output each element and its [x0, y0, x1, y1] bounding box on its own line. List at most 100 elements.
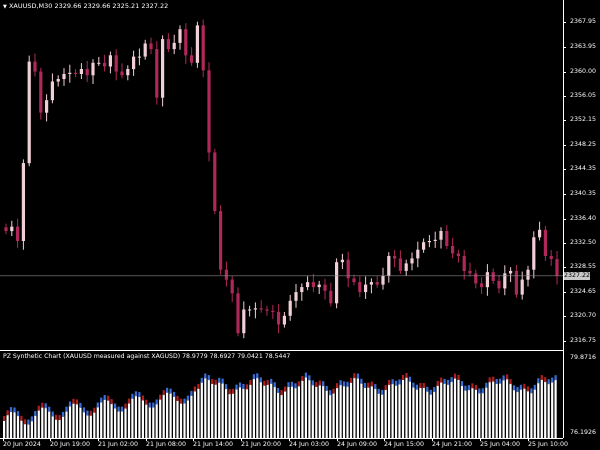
indicator-bar-tip — [207, 375, 210, 381]
indicator-bar-tip — [370, 381, 373, 387]
indicator-bar — [460, 385, 464, 438]
bear-candle — [265, 309, 269, 311]
indicator-bar-tip — [443, 378, 446, 384]
indicator-bar-tip — [526, 386, 529, 392]
time-axis-label: 24 Jun 09:00 — [337, 441, 378, 448]
bear-candle — [277, 312, 281, 325]
time-axis-tick — [432, 438, 433, 441]
indicator-bar-tip — [471, 383, 474, 389]
bull-candle — [422, 242, 426, 250]
time-axis-tick — [337, 438, 338, 441]
bull-candle — [317, 284, 321, 288]
indicator-bar-tip — [318, 380, 321, 386]
indicator-bar — [367, 386, 370, 438]
indicator-bar — [506, 378, 509, 438]
candlestick-plot — [0, 19, 563, 339]
indicator-bar-tip — [509, 379, 512, 385]
indicator-bar-tip — [186, 395, 189, 401]
indicator-bar-tip — [103, 395, 106, 400]
indicator-bar — [30, 420, 33, 438]
indicator-bar — [301, 379, 304, 438]
indicator-bar-tip — [290, 381, 294, 387]
indicator-bar — [297, 385, 300, 438]
indicator-bar — [290, 385, 294, 438]
indicator-bar — [308, 379, 311, 438]
price-chart-pane[interactable]: ▼ XAUUSD,M30 2329.66 2329.66 2325.21 232… — [0, 0, 600, 350]
indicator-bar-tip — [356, 373, 359, 379]
time-axis-label: 25 Jun 04:00 — [480, 441, 521, 448]
indicator-bar-tip — [339, 380, 342, 386]
indicator-bar — [401, 379, 405, 438]
indicator-bar-tip — [27, 419, 30, 425]
indicator-bar-tip — [464, 385, 467, 391]
bear-candle — [184, 29, 188, 56]
indicator-bar-tip — [512, 385, 516, 391]
bear-candle — [201, 25, 205, 71]
indicator-bar-tip — [523, 383, 526, 389]
bear-candle — [85, 69, 89, 76]
indicator-bar-tip — [294, 383, 297, 389]
indicator-bar-tip — [138, 392, 141, 398]
indicator-bar — [533, 388, 536, 438]
indicator-bar — [280, 394, 283, 438]
indicator-bar — [502, 379, 505, 438]
indicator-bar-tip — [200, 377, 203, 383]
bear-candle — [103, 62, 107, 67]
bear-candle — [120, 71, 124, 76]
indicator-bar — [141, 399, 144, 438]
indicator-bar — [242, 388, 245, 438]
bull-candle — [340, 259, 344, 263]
indicator-bar — [488, 381, 491, 438]
indicator-bar-tip — [6, 410, 9, 416]
indicator-title: PZ Synthetic Chart (XAUUSD measured agai… — [3, 353, 291, 360]
indicator-bar — [228, 393, 231, 438]
indicator-bar — [134, 395, 137, 438]
indicator-bar-tip — [162, 390, 165, 396]
indicator-bar — [114, 407, 117, 438]
time-axis-tick — [241, 438, 242, 441]
time-axis-label: 21 Jun 08:00 — [146, 441, 187, 448]
indicator-bar-tip — [478, 388, 481, 394]
indicator-bar-tip — [93, 407, 96, 413]
indicator-bar-tip — [322, 381, 325, 387]
price-axis-label: 2324.65 — [570, 287, 597, 295]
bull-candle — [520, 279, 524, 295]
indicator-bar — [235, 388, 238, 438]
indicator-bar-tip — [16, 411, 20, 417]
bear-candle — [166, 39, 170, 50]
indicator-bar-tip — [100, 397, 103, 403]
bear-candle — [4, 227, 8, 231]
bear-candle — [33, 61, 37, 72]
indicator-bar — [252, 378, 255, 438]
indicator-bar-tip — [117, 406, 120, 412]
indicator-bar — [440, 381, 443, 438]
indicator-bar — [100, 401, 103, 438]
bull-candle — [172, 42, 176, 50]
indicator-bar — [207, 379, 210, 438]
indicator-bar — [395, 384, 398, 438]
indicator-bar-tip — [131, 393, 134, 399]
indicator-bar-tip — [447, 379, 450, 385]
indicator-bar — [231, 392, 235, 438]
indicator-bar — [13, 411, 16, 438]
indicator-bar-tip — [148, 402, 151, 408]
indicator-bar-tip — [540, 375, 543, 381]
indicator-bar — [200, 381, 203, 438]
indicator-bar — [89, 414, 92, 438]
bull-candle — [56, 79, 60, 82]
indicator-bar-tip — [381, 389, 384, 395]
indicator-bar-tip — [544, 377, 547, 383]
bear-candle — [514, 270, 518, 295]
price-axis-label: 2363.95 — [570, 42, 597, 50]
indicator-bar-tip — [415, 384, 418, 390]
indicator-bar — [342, 385, 346, 438]
indicator-bar — [450, 381, 453, 438]
indicator-bar-tip — [342, 381, 346, 387]
bull-candle — [282, 315, 286, 325]
indicator-bar-tip — [96, 402, 99, 408]
indicator-bar-tip — [519, 384, 522, 390]
indicator-bar-tip — [460, 381, 464, 387]
indicator-bar — [336, 387, 339, 438]
bull-candle — [433, 239, 437, 241]
indicator-pane[interactable] — [0, 351, 600, 438]
